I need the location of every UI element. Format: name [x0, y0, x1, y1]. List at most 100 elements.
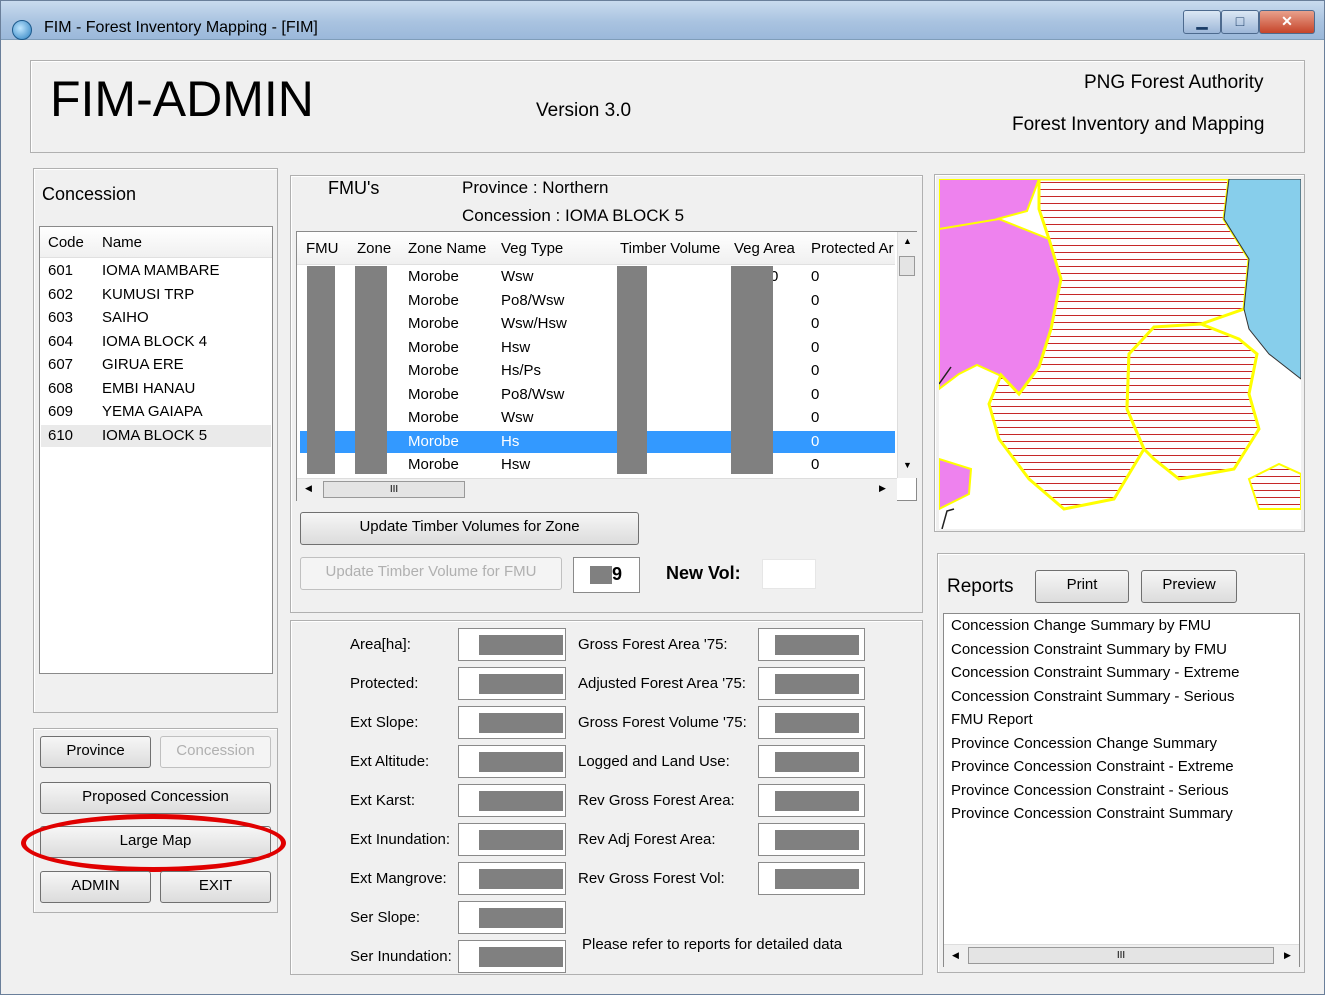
table-row[interactable]: Morobe Wsw/Hsw 0: [300, 313, 895, 335]
fmu-zone-name: Morobe: [408, 432, 459, 450]
stat-value-field[interactable]: [458, 862, 566, 895]
proposed-concession-button[interactable]: Proposed Concession: [40, 782, 271, 814]
table-row[interactable]: 601 IOMA MAMBARE: [41, 260, 271, 282]
stat-value-field[interactable]: [458, 667, 566, 700]
column-header-zone[interactable]: Zone: [357, 240, 391, 257]
exit-button[interactable]: EXIT: [160, 871, 271, 903]
column-header-zone-name[interactable]: Zone Name: [408, 240, 486, 257]
stat-value-field[interactable]: [758, 706, 865, 739]
reports-scroll-right-arrow-icon[interactable]: ▶: [1284, 950, 1291, 961]
stat-value-field[interactable]: [458, 706, 566, 739]
stat-label: Gross Forest Volume '75:: [578, 714, 747, 731]
fmu-horizontal-scrollbar[interactable]: ◀ III ▶: [297, 478, 897, 501]
table-row[interactable]: Morobe Hsw 0: [300, 454, 895, 476]
scroll-down-arrow-icon[interactable]: ▼: [903, 460, 912, 470]
column-header-timber-volume[interactable]: Timber Volume: [620, 240, 720, 257]
reports-heading: Reports: [947, 576, 1014, 597]
redacted-value: [479, 830, 563, 850]
reports-list[interactable]: Concession Change Summary by FMU Concessi…: [943, 613, 1300, 967]
column-header-code[interactable]: Code: [48, 234, 84, 251]
fmu-hscroll-thumb[interactable]: III: [323, 481, 465, 498]
admin-button[interactable]: ADMIN: [40, 871, 151, 903]
report-item[interactable]: FMU Report: [951, 711, 1033, 728]
fmu-veg-type: Wsw: [501, 409, 534, 426]
concession-map[interactable]: [939, 179, 1301, 529]
new-vol-input[interactable]: [762, 559, 816, 589]
fmu-vscroll-thumb[interactable]: [899, 256, 915, 276]
reports-note: Please refer to reports for detailed dat…: [582, 936, 843, 953]
scroll-up-arrow-icon[interactable]: ▲: [903, 236, 912, 246]
table-row[interactable]: 609 YEMA GAIAPA: [41, 401, 271, 423]
scroll-right-arrow-icon[interactable]: ▶: [879, 483, 886, 494]
table-row[interactable]: Morobe Po8/Wsw 0: [300, 384, 895, 406]
maximize-button[interactable]: □: [1221, 10, 1259, 34]
redacted-value: [479, 674, 563, 694]
update-fmu-button[interactable]: Update Timber Volume for FMU: [300, 557, 562, 590]
stat-value-field[interactable]: [458, 823, 566, 856]
report-item[interactable]: Province Concession Constraint - Serious: [951, 782, 1229, 799]
stat-value-field[interactable]: [758, 784, 865, 817]
table-row[interactable]: 608 EMBI HANAU: [41, 378, 271, 400]
table-row[interactable]: 607 GIRUA ERE: [41, 354, 271, 376]
column-header-protected-area[interactable]: Protected Ar: [811, 240, 895, 257]
column-header-veg-area[interactable]: Veg Area: [734, 240, 795, 257]
fmu-veg-type: Po8/Wsw: [501, 385, 565, 403]
stat-value-field[interactable]: [758, 667, 865, 700]
concession-row-selected[interactable]: 610 IOMA BLOCK 5: [41, 424, 271, 447]
redacted-value: [775, 713, 859, 733]
scroll-left-arrow-icon[interactable]: ◀: [305, 483, 312, 494]
fmu-number-field[interactable]: 9: [573, 557, 640, 593]
concession-code: 610: [48, 426, 74, 444]
reports-hscroll-thumb[interactable]: III: [968, 947, 1274, 964]
report-item[interactable]: Province Concession Constraint - Extreme: [951, 758, 1234, 775]
stat-value-field[interactable]: [758, 823, 865, 856]
concession-list[interactable]: Code Name 601 IOMA MAMBARE 602 KUMUSI TRP 60…: [39, 226, 273, 674]
stat-value-field[interactable]: [758, 862, 865, 895]
fmu-veg-type: Hs: [501, 432, 520, 450]
table-row[interactable]: 604 IOMA BLOCK 4: [41, 331, 271, 353]
preview-button[interactable]: Preview: [1141, 570, 1237, 603]
redacted-value: [775, 752, 859, 772]
close-button[interactable]: ✕: [1259, 10, 1315, 34]
province-button[interactable]: Province: [40, 736, 151, 768]
table-row[interactable]: Morobe Wsw 0 0: [300, 266, 895, 288]
redacted-value: [479, 635, 563, 655]
report-item[interactable]: Concession Constraint Summary - Extreme: [951, 664, 1239, 681]
report-item[interactable]: Concession Constraint Summary - Serious: [951, 688, 1234, 705]
stat-value-field[interactable]: [458, 901, 566, 934]
stat-value-field[interactable]: [458, 784, 566, 817]
new-vol-label: New Vol:: [666, 563, 741, 583]
print-button[interactable]: Print: [1035, 570, 1129, 603]
column-header-name[interactable]: Name: [102, 234, 142, 251]
concession-button[interactable]: Concession: [160, 736, 271, 768]
minimize-button[interactable]: ▁: [1183, 10, 1221, 34]
table-row[interactable]: Morobe Po8/Wsw 0: [300, 290, 895, 312]
concession-list-header: Code Name: [40, 227, 272, 258]
report-item[interactable]: Concession Constraint Summary by FMU: [951, 641, 1227, 658]
stat-label: Ser Inundation:: [350, 948, 452, 965]
fmu-row-selected[interactable]: Morobe Hs 0: [300, 430, 895, 453]
stat-value-field[interactable]: [758, 628, 865, 661]
column-header-fmu[interactable]: FMU: [306, 240, 339, 257]
fmu-vertical-scrollbar[interactable]: ▲ ▼: [897, 232, 917, 478]
table-row[interactable]: 603 SAIHO: [41, 307, 271, 329]
column-header-veg-type[interactable]: Veg Type: [501, 240, 563, 257]
stat-value-field[interactable]: [458, 628, 566, 661]
stat-value-field[interactable]: [458, 940, 566, 973]
fmu-protected-area: 0: [811, 409, 820, 426]
table-row[interactable]: Morobe Wsw 0: [300, 407, 895, 429]
stat-value-field[interactable]: [458, 745, 566, 778]
table-row[interactable]: Morobe Hs/Ps 0: [300, 360, 895, 382]
table-row[interactable]: Morobe Hsw 0: [300, 337, 895, 359]
table-row[interactable]: 602 KUMUSI TRP: [41, 284, 271, 306]
stat-value-field[interactable]: [758, 745, 865, 778]
report-item[interactable]: Province Concession Constraint Summary: [951, 805, 1233, 822]
report-item[interactable]: Concession Change Summary by FMU: [951, 617, 1211, 634]
reports-horizontal-scrollbar[interactable]: ◀ III ▶: [944, 944, 1299, 967]
fmu-grid[interactable]: FMU Zone Zone Name Veg Type Timber Volum…: [296, 231, 917, 501]
report-item[interactable]: Province Concession Change Summary: [951, 735, 1217, 752]
concession-name: GIRUA ERE: [102, 356, 184, 373]
reports-scroll-left-arrow-icon[interactable]: ◀: [952, 950, 959, 961]
fmu-veg-type: Hs/Ps: [501, 362, 542, 379]
update-zone-button[interactable]: Update Timber Volumes for Zone: [300, 512, 639, 545]
